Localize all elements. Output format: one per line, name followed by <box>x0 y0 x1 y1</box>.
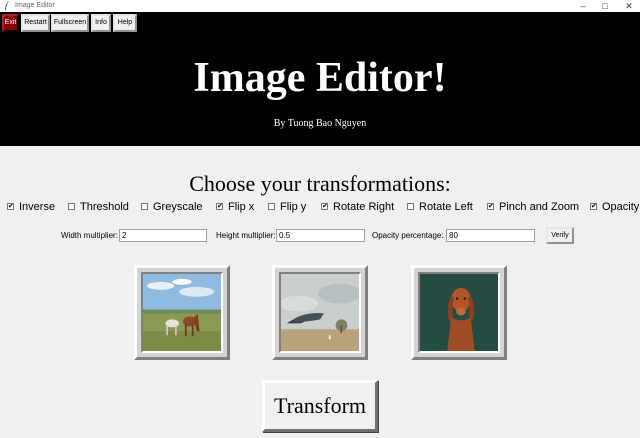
exit-button[interactable]: Exit <box>2 14 19 32</box>
checkbox-label: Flip y <box>280 201 307 213</box>
restart-button[interactable]: Restart <box>21 14 50 32</box>
checkbox-box[interactable]: ✔ <box>7 203 14 210</box>
checkbox-label: Greyscale <box>153 201 203 213</box>
opacity-percentage-label: Opacity percentage: <box>372 231 444 240</box>
author-byline: By Tuong Bao Nguyen <box>273 118 367 129</box>
page-title: Image Editor! <box>193 55 447 101</box>
whale-thumbnail <box>281 274 359 351</box>
width-multiplier-label: Width multiplier: <box>61 231 118 240</box>
fullscreen-button[interactable]: Fullscreen <box>51 14 89 32</box>
checkbox-box[interactable]: ✔ <box>216 203 223 210</box>
height-multiplier-label: Height multiplier: <box>216 231 276 240</box>
checkbox-label: Rotate Left <box>419 201 473 213</box>
height-multiplier-input[interactable]: 0.5 <box>276 229 365 242</box>
dog-thumbnail <box>420 274 498 351</box>
close-icon[interactable]: ✕ <box>622 0 636 12</box>
image-option-whale[interactable] <box>272 265 368 360</box>
verify-button[interactable]: Verify <box>546 227 574 244</box>
checkbox-box[interactable] <box>268 203 275 210</box>
checkbox-label: Rotate Right <box>333 201 395 213</box>
checkbox-box[interactable] <box>141 203 148 210</box>
transform-button[interactable]: Transform <box>262 380 378 432</box>
width-multiplier-input[interactable]: 2 <box>119 229 207 242</box>
checkbox-box[interactable]: ✔ <box>321 203 328 210</box>
header-banner: Exit Restart Fullscreen Info Help Image … <box>0 12 640 146</box>
horses-thumbnail <box>143 274 221 351</box>
checkbox-box[interactable]: ✔ <box>487 203 494 210</box>
checkbox-box[interactable] <box>407 203 414 210</box>
app-feather-icon <box>5 1 9 10</box>
checkbox-label: Opacity <box>602 201 640 213</box>
maximize-icon[interactable]: □ <box>598 0 612 12</box>
checkbox-label: Flip x <box>228 201 255 213</box>
minimize-icon[interactable]: – <box>576 0 590 12</box>
image-option-horses[interactable] <box>134 265 230 360</box>
section-heading: Choose your transformations: <box>189 171 451 196</box>
checkbox-box[interactable]: ✔ <box>590 203 597 210</box>
window-titlebar: Image Editor – □ ✕ <box>0 0 640 12</box>
opacity-percentage-input[interactable]: 80 <box>446 229 535 242</box>
checkbox-box[interactable] <box>68 203 75 210</box>
info-button[interactable]: Info <box>91 14 111 32</box>
checkbox-label: Inverse <box>19 201 56 213</box>
checkbox-label: Threshold <box>80 201 129 213</box>
checkbox-label: Pinch and Zoom <box>499 201 580 213</box>
window-title: Image Editor <box>15 2 55 9</box>
help-button[interactable]: Help <box>113 14 137 32</box>
image-option-dog[interactable] <box>411 265 507 360</box>
